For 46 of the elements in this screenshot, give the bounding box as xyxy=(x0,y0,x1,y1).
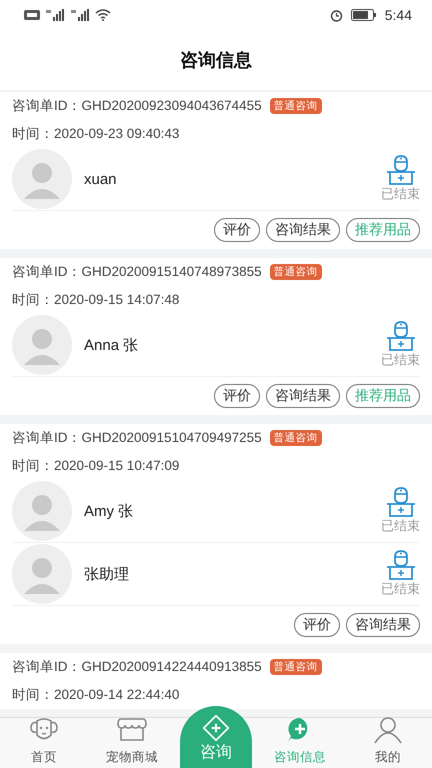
status-label: 已结束 xyxy=(381,581,420,598)
nurse-icon xyxy=(386,155,416,185)
consult-type-tag: 普通咨询 xyxy=(270,430,322,446)
order-id: 咨询单ID：GHD20200914224440913855 xyxy=(12,658,262,676)
status-time: 5:44 xyxy=(384,7,412,23)
tab-item[interactable]: 首页 xyxy=(4,715,84,768)
signal-icon xyxy=(70,9,90,21)
diamond-plus-icon xyxy=(202,714,230,742)
nurse-icon xyxy=(386,550,416,580)
alarm-icon xyxy=(330,8,343,22)
page-title: 咨询信息 xyxy=(180,49,252,72)
action-button[interactable]: 评价 xyxy=(214,384,260,408)
consult-type-tag: 普通咨询 xyxy=(270,98,322,114)
tab-item[interactable]: 宠物商城 xyxy=(92,715,172,768)
tab-label: 咨询信息 xyxy=(274,749,326,766)
tab-label: 首页 xyxy=(31,749,57,766)
action-button[interactable]: 咨询结果 xyxy=(346,613,420,637)
status-label: 已结束 xyxy=(381,186,420,203)
order-time: 时间：2020-09-14 22:44:40 xyxy=(12,686,180,704)
consultant-name: Amy 张 xyxy=(84,502,134,520)
status-label: 已结束 xyxy=(381,518,420,535)
order-time: 时间：2020-09-23 09:40:43 xyxy=(12,125,180,143)
nurse-icon xyxy=(386,487,416,517)
order-id: 咨询单ID：GHD20200915140748973855 xyxy=(12,263,262,281)
wifi-icon xyxy=(95,9,111,21)
order-time: 时间：2020-09-15 14:07:48 xyxy=(12,291,180,309)
consult-type-tag: 普通咨询 xyxy=(270,659,322,675)
order-time: 时间：2020-09-15 10:47:09 xyxy=(12,457,180,475)
action-button[interactable]: 咨询结果 xyxy=(266,384,340,408)
battery-icon xyxy=(350,9,377,21)
action-button[interactable]: 咨询结果 xyxy=(266,218,340,242)
order-id: 咨询单ID：GHD20200915104709497255 xyxy=(12,429,262,447)
nurse-icon xyxy=(386,321,416,351)
tab-item[interactable]: 我的 xyxy=(348,715,428,768)
tab-label: 咨询 xyxy=(200,742,232,762)
consultant-name: Anna 张 xyxy=(84,336,140,354)
consultant-name: xuan xyxy=(84,170,118,188)
consult-type-tag: 普通咨询 xyxy=(270,264,322,280)
tab-label: 我的 xyxy=(375,749,401,766)
status-label: 已结束 xyxy=(381,352,420,369)
signal-icon xyxy=(45,9,65,21)
action-button[interactable]: 评价 xyxy=(214,218,260,242)
consultant-name: 张助理 xyxy=(84,564,130,584)
action-button[interactable]: 评价 xyxy=(294,613,340,637)
order-id: 咨询单ID：GHD20200923094043674455 xyxy=(12,97,262,115)
tab-label: 宠物商城 xyxy=(106,749,158,766)
